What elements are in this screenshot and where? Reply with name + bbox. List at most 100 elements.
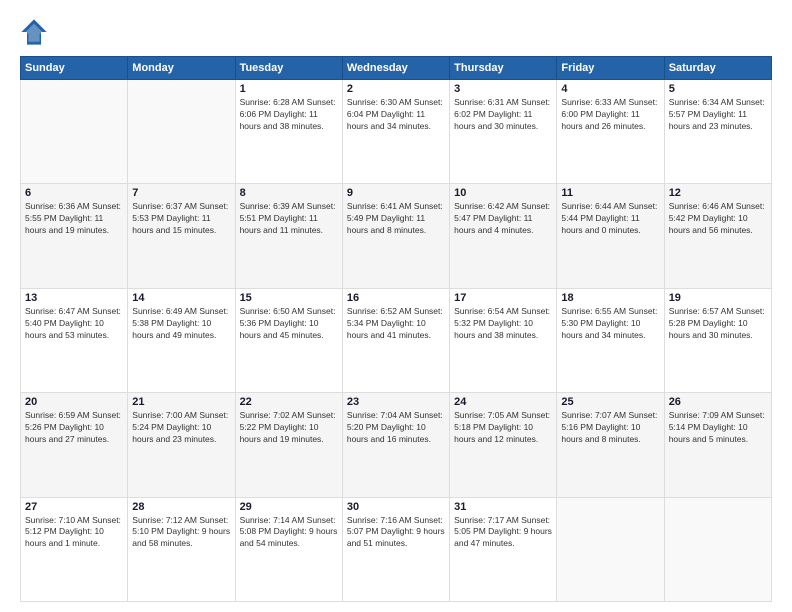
calendar-cell: 13Sunrise: 6:47 AM Sunset: 5:40 PM Dayli…: [21, 288, 128, 392]
day-info: Sunrise: 6:30 AM Sunset: 6:04 PM Dayligh…: [347, 97, 445, 133]
day-number: 4: [561, 83, 659, 95]
day-number: 3: [454, 83, 552, 95]
calendar-week-row: 13Sunrise: 6:47 AM Sunset: 5:40 PM Dayli…: [21, 288, 772, 392]
day-info: Sunrise: 6:44 AM Sunset: 5:44 PM Dayligh…: [561, 201, 659, 237]
page: SundayMondayTuesdayWednesdayThursdayFrid…: [0, 0, 792, 612]
day-number: 9: [347, 187, 445, 199]
calendar-cell: 1 Sunrise: 6:28 AM Sunset: 6:06 PM Daylig…: [235, 80, 342, 184]
day-number: 15: [240, 292, 338, 304]
calendar-cell: 10 Sunrise: 6:42 AM Sunset: 5:47 PM Dayli…: [450, 184, 557, 288]
calendar-cell: 24 Sunrise: 7:05 AM Sunset: 5:18 PM Dayli…: [450, 393, 557, 497]
day-info: Sunrise: 7:17 AM Sunset: 5:05 PM Dayligh…: [454, 515, 552, 551]
calendar-cell: 25 Sunrise: 7:07 AM Sunset: 5:16 PM Dayli…: [557, 393, 664, 497]
day-number: 23: [347, 396, 445, 408]
weekday-wednesday: Wednesday: [342, 57, 449, 80]
weekday-header-row: SundayMondayTuesdayWednesdayThursdayFrid…: [21, 57, 772, 80]
day-number: 7: [132, 187, 230, 199]
calendar-cell: 19 Sunrise: 6:57 AM Sunset: 5:28 PM Dayli…: [664, 288, 771, 392]
day-info: Sunrise: 6:42 AM Sunset: 5:47 PM Dayligh…: [454, 201, 552, 237]
day-number: 12: [669, 187, 767, 199]
calendar-week-row: 27 Sunrise: 7:10 AM Sunset: 5:12 PM Dayli…: [21, 497, 772, 601]
calendar-week-row: 6 Sunrise: 6:36 AM Sunset: 5:55 PM Daylig…: [21, 184, 772, 288]
day-number: 18: [561, 292, 659, 304]
calendar-cell: 14Sunrise: 6:49 AM Sunset: 5:38 PM Dayli…: [128, 288, 235, 392]
day-info: Sunrise: 6:57 AM Sunset: 5:28 PM Dayligh…: [669, 306, 767, 342]
calendar-week-row: 20 Sunrise: 6:59 AM Sunset: 5:26 PM Dayli…: [21, 393, 772, 497]
day-number: 11: [561, 187, 659, 199]
day-number: 27: [25, 501, 123, 513]
day-info: Sunrise: 7:07 AM Sunset: 5:16 PM Dayligh…: [561, 410, 659, 446]
calendar-cell: 3 Sunrise: 6:31 AM Sunset: 6:02 PM Daylig…: [450, 80, 557, 184]
day-number: 19: [669, 292, 767, 304]
day-info: Sunrise: 6:39 AM Sunset: 5:51 PM Dayligh…: [240, 201, 338, 237]
weekday-thursday: Thursday: [450, 57, 557, 80]
calendar-cell: 8 Sunrise: 6:39 AM Sunset: 5:51 PM Daylig…: [235, 184, 342, 288]
calendar-cell: 15 Sunrise: 6:50 AM Sunset: 5:36 PM Dayli…: [235, 288, 342, 392]
calendar-cell: 23Sunrise: 7:04 AM Sunset: 5:20 PM Dayli…: [342, 393, 449, 497]
calendar-cell: 21Sunrise: 7:00 AM Sunset: 5:24 PM Dayli…: [128, 393, 235, 497]
weekday-saturday: Saturday: [664, 57, 771, 80]
calendar-cell: 11 Sunrise: 6:44 AM Sunset: 5:44 PM Dayli…: [557, 184, 664, 288]
day-number: 10: [454, 187, 552, 199]
day-info: Sunrise: 6:59 AM Sunset: 5:26 PM Dayligh…: [25, 410, 123, 446]
calendar-table: SundayMondayTuesdayWednesdayThursdayFrid…: [20, 56, 772, 602]
calendar-cell: [664, 497, 771, 601]
calendar-cell: 30 Sunrise: 7:16 AM Sunset: 5:07 PM Dayli…: [342, 497, 449, 601]
day-info: Sunrise: 6:31 AM Sunset: 6:02 PM Dayligh…: [454, 97, 552, 133]
day-info: Sunrise: 6:37 AM Sunset: 5:53 PM Dayligh…: [132, 201, 230, 237]
day-number: 25: [561, 396, 659, 408]
calendar-cell: 28 Sunrise: 7:12 AM Sunset: 5:10 PM Dayli…: [128, 497, 235, 601]
day-number: 22: [240, 396, 338, 408]
day-number: 20: [25, 396, 123, 408]
day-info: Sunrise: 6:46 AM Sunset: 5:42 PM Dayligh…: [669, 201, 767, 237]
day-number: 2: [347, 83, 445, 95]
calendar-cell: 27 Sunrise: 7:10 AM Sunset: 5:12 PM Dayli…: [21, 497, 128, 601]
day-number: 31: [454, 501, 552, 513]
day-info: Sunrise: 6:55 AM Sunset: 5:30 PM Dayligh…: [561, 306, 659, 342]
calendar-cell: 31 Sunrise: 7:17 AM Sunset: 5:05 PM Dayli…: [450, 497, 557, 601]
calendar-cell: 17Sunrise: 6:54 AM Sunset: 5:32 PM Dayli…: [450, 288, 557, 392]
calendar-cell: 12 Sunrise: 6:46 AM Sunset: 5:42 PM Dayli…: [664, 184, 771, 288]
weekday-monday: Monday: [128, 57, 235, 80]
calendar-cell: 5Sunrise: 6:34 AM Sunset: 5:57 PM Daylig…: [664, 80, 771, 184]
day-number: 30: [347, 501, 445, 513]
day-info: Sunrise: 6:52 AM Sunset: 5:34 PM Dayligh…: [347, 306, 445, 342]
day-info: Sunrise: 6:28 AM Sunset: 6:06 PM Dayligh…: [240, 97, 338, 133]
day-number: 16: [347, 292, 445, 304]
calendar-week-row: 1 Sunrise: 6:28 AM Sunset: 6:06 PM Daylig…: [21, 80, 772, 184]
day-info: Sunrise: 6:33 AM Sunset: 6:00 PM Dayligh…: [561, 97, 659, 133]
calendar-cell: 16 Sunrise: 6:52 AM Sunset: 5:34 PM Dayli…: [342, 288, 449, 392]
day-number: 14: [132, 292, 230, 304]
weekday-friday: Friday: [557, 57, 664, 80]
calendar-cell: [21, 80, 128, 184]
weekday-tuesday: Tuesday: [235, 57, 342, 80]
day-number: 8: [240, 187, 338, 199]
calendar-cell: 2 Sunrise: 6:30 AM Sunset: 6:04 PM Daylig…: [342, 80, 449, 184]
calendar-cell: [557, 497, 664, 601]
logo-icon: [20, 18, 48, 46]
day-info: Sunrise: 7:05 AM Sunset: 5:18 PM Dayligh…: [454, 410, 552, 446]
day-info: Sunrise: 7:14 AM Sunset: 5:08 PM Dayligh…: [240, 515, 338, 551]
day-number: 29: [240, 501, 338, 513]
day-number: 6: [25, 187, 123, 199]
day-number: 24: [454, 396, 552, 408]
calendar-cell: 20 Sunrise: 6:59 AM Sunset: 5:26 PM Dayli…: [21, 393, 128, 497]
day-info: Sunrise: 6:41 AM Sunset: 5:49 PM Dayligh…: [347, 201, 445, 237]
day-info: Sunrise: 7:10 AM Sunset: 5:12 PM Dayligh…: [25, 515, 123, 551]
day-info: Sunrise: 7:16 AM Sunset: 5:07 PM Dayligh…: [347, 515, 445, 551]
calendar-cell: 7 Sunrise: 6:37 AM Sunset: 5:53 PM Daylig…: [128, 184, 235, 288]
calendar-cell: [128, 80, 235, 184]
calendar-cell: 22Sunrise: 7:02 AM Sunset: 5:22 PM Dayli…: [235, 393, 342, 497]
weekday-sunday: Sunday: [21, 57, 128, 80]
day-info: Sunrise: 6:47 AM Sunset: 5:40 PM Dayligh…: [25, 306, 123, 342]
day-number: 17: [454, 292, 552, 304]
day-number: 26: [669, 396, 767, 408]
day-number: 5: [669, 83, 767, 95]
logo: [20, 18, 52, 46]
day-info: Sunrise: 7:12 AM Sunset: 5:10 PM Dayligh…: [132, 515, 230, 551]
day-info: Sunrise: 6:50 AM Sunset: 5:36 PM Dayligh…: [240, 306, 338, 342]
calendar-cell: 18 Sunrise: 6:55 AM Sunset: 5:30 PM Dayli…: [557, 288, 664, 392]
day-info: Sunrise: 6:36 AM Sunset: 5:55 PM Dayligh…: [25, 201, 123, 237]
day-number: 28: [132, 501, 230, 513]
day-number: 1: [240, 83, 338, 95]
